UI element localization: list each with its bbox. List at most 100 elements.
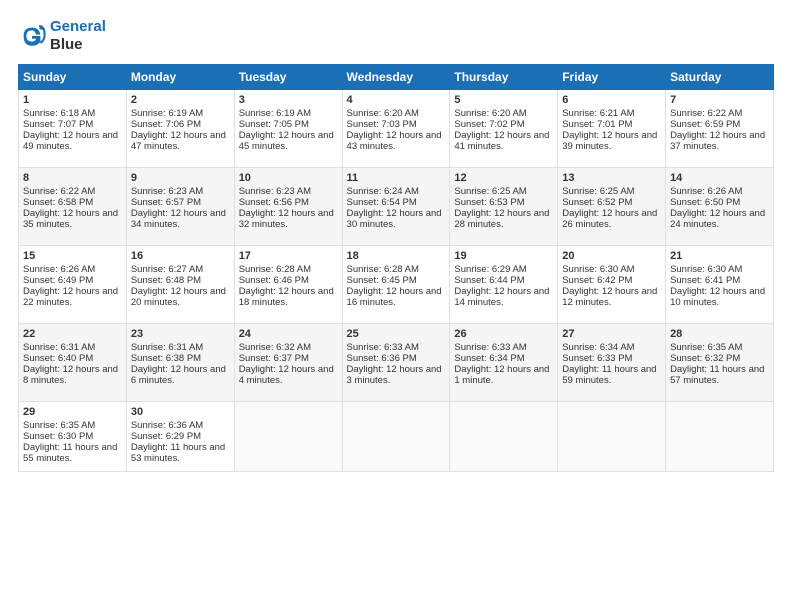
daylight-label: Daylight: 12 hours and 43 minutes. bbox=[347, 130, 442, 152]
day-cell bbox=[558, 402, 666, 472]
day-cell: 7Sunrise: 6:22 AMSunset: 6:59 PMDaylight… bbox=[666, 90, 774, 168]
sunset: Sunset: 6:42 PM bbox=[562, 275, 632, 286]
day-number: 18 bbox=[347, 250, 446, 262]
day-number: 4 bbox=[347, 94, 446, 106]
sunset: Sunset: 6:38 PM bbox=[131, 353, 201, 364]
day-cell: 25Sunrise: 6:33 AMSunset: 6:36 PMDayligh… bbox=[342, 324, 450, 402]
day-number: 22 bbox=[23, 328, 122, 340]
day-cell: 6Sunrise: 6:21 AMSunset: 7:01 PMDaylight… bbox=[558, 90, 666, 168]
sunrise: Sunrise: 6:22 AM bbox=[23, 186, 95, 197]
day-cell: 11Sunrise: 6:24 AMSunset: 6:54 PMDayligh… bbox=[342, 168, 450, 246]
day-number: 19 bbox=[454, 250, 553, 262]
calendar-body: 1Sunrise: 6:18 AMSunset: 7:07 PMDaylight… bbox=[19, 90, 774, 472]
sunrise: Sunrise: 6:35 AM bbox=[670, 342, 742, 353]
sunset: Sunset: 6:58 PM bbox=[23, 197, 93, 208]
sunset: Sunset: 6:34 PM bbox=[454, 353, 524, 364]
sunrise: Sunrise: 6:22 AM bbox=[670, 108, 742, 119]
daylight-label: Daylight: 12 hours and 16 minutes. bbox=[347, 286, 442, 308]
sunset: Sunset: 6:36 PM bbox=[347, 353, 417, 364]
daylight-label: Daylight: 12 hours and 4 minutes. bbox=[239, 364, 334, 386]
daylight-label: Daylight: 12 hours and 37 minutes. bbox=[670, 130, 765, 152]
day-cell: 19Sunrise: 6:29 AMSunset: 6:44 PMDayligh… bbox=[450, 246, 558, 324]
daylight-label: Daylight: 11 hours and 59 minutes. bbox=[562, 364, 656, 386]
daylight-label: Daylight: 12 hours and 26 minutes. bbox=[562, 208, 657, 230]
daylight-label: Daylight: 12 hours and 6 minutes. bbox=[131, 364, 226, 386]
sunrise: Sunrise: 6:18 AM bbox=[23, 108, 95, 119]
day-cell: 29Sunrise: 6:35 AMSunset: 6:30 PMDayligh… bbox=[19, 402, 127, 472]
sunrise: Sunrise: 6:31 AM bbox=[23, 342, 95, 353]
day-cell: 1Sunrise: 6:18 AMSunset: 7:07 PMDaylight… bbox=[19, 90, 127, 168]
day-number: 21 bbox=[670, 250, 769, 262]
day-cell: 30Sunrise: 6:36 AMSunset: 6:29 PMDayligh… bbox=[126, 402, 234, 472]
daylight-label: Daylight: 11 hours and 55 minutes. bbox=[23, 442, 117, 464]
daylight-label: Daylight: 12 hours and 28 minutes. bbox=[454, 208, 549, 230]
day-number: 30 bbox=[131, 406, 230, 418]
daylight-label: Daylight: 12 hours and 12 minutes. bbox=[562, 286, 657, 308]
day-cell: 5Sunrise: 6:20 AMSunset: 7:02 PMDaylight… bbox=[450, 90, 558, 168]
sunset: Sunset: 6:44 PM bbox=[454, 275, 524, 286]
day-cell bbox=[342, 402, 450, 472]
sunset: Sunset: 6:53 PM bbox=[454, 197, 524, 208]
day-number: 17 bbox=[239, 250, 338, 262]
header-cell-wednesday: Wednesday bbox=[342, 65, 450, 90]
sunrise: Sunrise: 6:34 AM bbox=[562, 342, 634, 353]
day-cell: 12Sunrise: 6:25 AMSunset: 6:53 PMDayligh… bbox=[450, 168, 558, 246]
sunrise: Sunrise: 6:19 AM bbox=[239, 108, 311, 119]
day-cell: 3Sunrise: 6:19 AMSunset: 7:05 PMDaylight… bbox=[234, 90, 342, 168]
day-number: 26 bbox=[454, 328, 553, 340]
day-number: 11 bbox=[347, 172, 446, 184]
day-cell bbox=[450, 402, 558, 472]
header-cell-sunday: Sunday bbox=[19, 65, 127, 90]
day-number: 20 bbox=[562, 250, 661, 262]
day-number: 7 bbox=[670, 94, 769, 106]
day-number: 27 bbox=[562, 328, 661, 340]
day-number: 5 bbox=[454, 94, 553, 106]
sunrise: Sunrise: 6:25 AM bbox=[454, 186, 526, 197]
day-cell: 17Sunrise: 6:28 AMSunset: 6:46 PMDayligh… bbox=[234, 246, 342, 324]
day-number: 9 bbox=[131, 172, 230, 184]
week-row-5: 29Sunrise: 6:35 AMSunset: 6:30 PMDayligh… bbox=[19, 402, 774, 472]
day-number: 25 bbox=[347, 328, 446, 340]
daylight-label: Daylight: 12 hours and 1 minute. bbox=[454, 364, 549, 386]
sunrise: Sunrise: 6:23 AM bbox=[239, 186, 311, 197]
sunrise: Sunrise: 6:26 AM bbox=[23, 264, 95, 275]
header-cell-monday: Monday bbox=[126, 65, 234, 90]
day-number: 14 bbox=[670, 172, 769, 184]
daylight-label: Daylight: 12 hours and 45 minutes. bbox=[239, 130, 334, 152]
sunrise: Sunrise: 6:27 AM bbox=[131, 264, 203, 275]
sunset: Sunset: 7:03 PM bbox=[347, 119, 417, 130]
sunrise: Sunrise: 6:25 AM bbox=[562, 186, 634, 197]
sunrise: Sunrise: 6:33 AM bbox=[454, 342, 526, 353]
day-cell: 21Sunrise: 6:30 AMSunset: 6:41 PMDayligh… bbox=[666, 246, 774, 324]
day-cell: 24Sunrise: 6:32 AMSunset: 6:37 PMDayligh… bbox=[234, 324, 342, 402]
daylight-label: Daylight: 11 hours and 53 minutes. bbox=[131, 442, 225, 464]
sunset: Sunset: 6:37 PM bbox=[239, 353, 309, 364]
sunrise: Sunrise: 6:20 AM bbox=[454, 108, 526, 119]
day-number: 23 bbox=[131, 328, 230, 340]
sunrise: Sunrise: 6:20 AM bbox=[347, 108, 419, 119]
daylight-label: Daylight: 12 hours and 34 minutes. bbox=[131, 208, 226, 230]
day-number: 1 bbox=[23, 94, 122, 106]
daylight-label: Daylight: 12 hours and 10 minutes. bbox=[670, 286, 765, 308]
day-cell: 10Sunrise: 6:23 AMSunset: 6:56 PMDayligh… bbox=[234, 168, 342, 246]
day-cell: 15Sunrise: 6:26 AMSunset: 6:49 PMDayligh… bbox=[19, 246, 127, 324]
day-number: 29 bbox=[23, 406, 122, 418]
day-number: 10 bbox=[239, 172, 338, 184]
calendar-header: SundayMondayTuesdayWednesdayThursdayFrid… bbox=[19, 65, 774, 90]
week-row-4: 22Sunrise: 6:31 AMSunset: 6:40 PMDayligh… bbox=[19, 324, 774, 402]
daylight-label: Daylight: 12 hours and 3 minutes. bbox=[347, 364, 442, 386]
sunset: Sunset: 6:45 PM bbox=[347, 275, 417, 286]
daylight-label: Daylight: 11 hours and 57 minutes. bbox=[670, 364, 764, 386]
week-row-3: 15Sunrise: 6:26 AMSunset: 6:49 PMDayligh… bbox=[19, 246, 774, 324]
day-cell: 16Sunrise: 6:27 AMSunset: 6:48 PMDayligh… bbox=[126, 246, 234, 324]
day-cell: 2Sunrise: 6:19 AMSunset: 7:06 PMDaylight… bbox=[126, 90, 234, 168]
daylight-label: Daylight: 12 hours and 8 minutes. bbox=[23, 364, 118, 386]
daylight-label: Daylight: 12 hours and 39 minutes. bbox=[562, 130, 657, 152]
day-cell: 22Sunrise: 6:31 AMSunset: 6:40 PMDayligh… bbox=[19, 324, 127, 402]
header-cell-tuesday: Tuesday bbox=[234, 65, 342, 90]
day-number: 8 bbox=[23, 172, 122, 184]
sunrise: Sunrise: 6:24 AM bbox=[347, 186, 419, 197]
sunset: Sunset: 6:50 PM bbox=[670, 197, 740, 208]
sunrise: Sunrise: 6:29 AM bbox=[454, 264, 526, 275]
day-cell: 27Sunrise: 6:34 AMSunset: 6:33 PMDayligh… bbox=[558, 324, 666, 402]
